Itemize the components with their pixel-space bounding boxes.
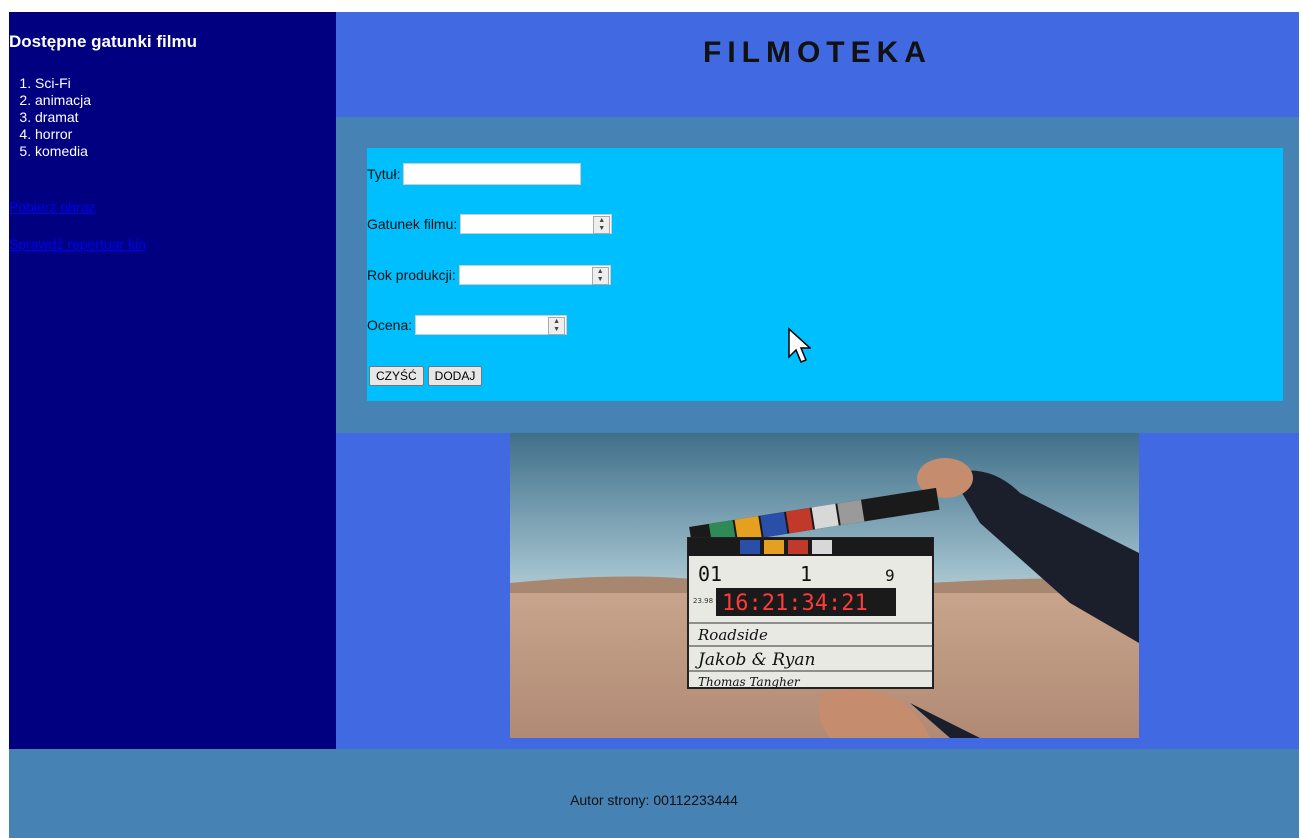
header: FILMOTEKA <box>336 12 1299 117</box>
clapper-production: Roadside <box>697 626 768 644</box>
sidebar: Dostępne gatunki filmu Sci-Fi animacja d… <box>9 12 336 749</box>
clapper-camera: Thomas Tangher <box>698 675 801 689</box>
title-input[interactable] <box>403 163 582 185</box>
genre-number-input[interactable]: ▲ ▼ <box>460 214 613 234</box>
movie-form: Tytuł: Gatunek filmu: ▲ ▼ Rok produkcji: … <box>367 148 1283 401</box>
clear-button[interactable]: CZYŚĆ <box>369 366 424 386</box>
title-label: Tytuł: <box>367 166 401 182</box>
form-section: Tytuł: Gatunek filmu: ▲ ▼ Rok produkcji: … <box>336 117 1299 433</box>
download-image-link[interactable]: Pobierz obraz <box>9 199 95 215</box>
rating-row: Ocena: ▲ ▼ <box>367 313 568 337</box>
clapperboard-photo: 01 1 9 23.98 16:21:34:21 Roadside Jakob … <box>510 433 1139 738</box>
clapper-timecode: 16:21:34:21 <box>722 591 868 616</box>
form-buttons: CZYŚĆ DODAJ <box>369 366 483 386</box>
genre-item: horror <box>35 126 91 143</box>
spinner-icon[interactable]: ▲ ▼ <box>548 317 566 335</box>
page-title: FILMOTEKA <box>703 36 932 69</box>
genre-list: Sci-Fi animacja dramat horror komedia <box>9 75 91 160</box>
rating-label: Ocena: <box>367 317 413 333</box>
genre-label: Gatunek filmu: <box>367 216 458 232</box>
spinner-icon[interactable]: ▲ ▼ <box>591 267 609 285</box>
title-row: Tytuł: <box>367 162 582 186</box>
clapperboard-illustration: 01 1 9 23.98 16:21:34:21 Roadside Jakob … <box>510 433 1139 738</box>
clapper-roll: 01 <box>698 562 722 586</box>
clapper-scene: 1 <box>800 562 812 586</box>
genre-item: Sci-Fi <box>35 75 91 92</box>
add-button[interactable]: DODAJ <box>427 366 483 386</box>
clapper-fps: 23.98 <box>693 597 713 605</box>
year-row: Rok produkcji: ▲ ▼ <box>367 263 611 287</box>
image-section: 01 1 9 23.98 16:21:34:21 Roadside Jakob … <box>336 433 1299 749</box>
author-text: Autor strony: 00112233444 <box>570 792 738 808</box>
year-label: Rok produkcji: <box>367 267 456 283</box>
footer: Autor strony: 00112233444 <box>9 749 1299 838</box>
spinner-icon[interactable]: ▲ ▼ <box>593 216 611 234</box>
mouse-cursor-icon <box>788 327 811 363</box>
rating-number-input[interactable]: ▲ ▼ <box>415 315 568 335</box>
year-number-input[interactable]: ▲ ▼ <box>458 265 611 285</box>
sidebar-heading: Dostępne gatunki filmu <box>9 32 197 51</box>
genre-row: Gatunek filmu: ▲ ▼ <box>367 212 613 236</box>
clapper-take: 9 <box>885 566 895 585</box>
genre-item: komedia <box>35 143 91 160</box>
cinema-repertoire-link[interactable]: Sprawdź repertuar kin <box>9 236 146 252</box>
genre-item: dramat <box>35 109 91 126</box>
clapper-director: Jakob & Ryan <box>695 650 816 670</box>
genre-item: animacja <box>35 92 91 109</box>
